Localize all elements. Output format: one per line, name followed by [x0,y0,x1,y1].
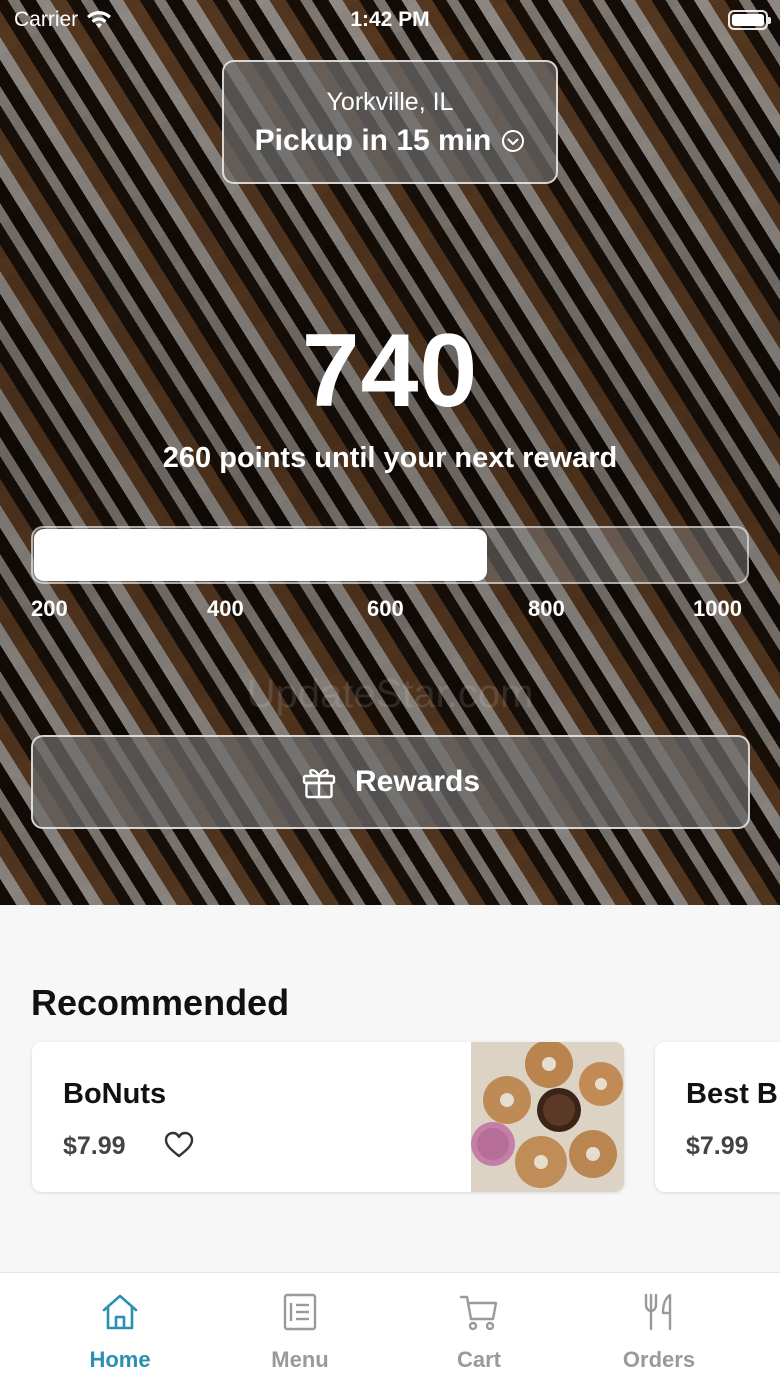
tab-cart[interactable]: Cart [399,1291,559,1373]
status-time: 1:42 PM [350,8,430,31]
watermark: UpdateStar.com [246,672,534,716]
tab-orders[interactable]: Orders [579,1291,739,1373]
location-city: Yorkville, IL [326,88,454,116]
recommended-carousel[interactable]: BoNuts $7.99 Best B $7.99 [0,1040,780,1195]
product-name: Best B [686,1078,778,1110]
hero-banner: Carrier 1:42 PM Yorkville, IL Pickup in … [0,0,780,905]
wifi-icon [87,11,112,28]
points-progress-bar [31,526,749,584]
battery-icon [728,10,771,30]
menu-icon [283,1293,317,1331]
gift-icon [302,769,336,799]
tab-menu[interactable]: Menu [220,1291,380,1373]
tab-cart-label: Cart [456,1347,501,1372]
carrier-label: Carrier [14,8,79,31]
product-photo [471,1042,624,1192]
tab-home[interactable]: Home [40,1291,200,1373]
pickup-time: Pickup in 15 min [254,124,492,157]
fork-knife-icon [644,1293,672,1331]
points-progress-fill [34,529,488,581]
product-price: $7.99 [686,1132,749,1160]
product-card[interactable]: BoNuts $7.99 [32,1042,624,1192]
recommended-title: Recommended [31,982,290,1023]
tab-bar: Home Menu Cart Orders [0,1272,780,1387]
points-balance: 740 [301,313,479,429]
product-price: $7.99 [63,1132,126,1160]
heart-icon[interactable] [164,1130,194,1160]
chevron-down-circle-icon [502,130,525,152]
progress-tick-800: 800 [528,596,565,621]
tab-menu-label: Menu [271,1347,329,1372]
home-icon [102,1294,138,1330]
rewards-button-label: Rewards [354,765,481,798]
product-card[interactable]: Best B $7.99 [655,1042,780,1192]
progress-tick-200: 200 [31,596,68,621]
status-bar: Carrier 1:42 PM [0,0,780,40]
location-selector[interactable]: Yorkville, IL Pickup in 15 min [222,60,558,184]
points-until-reward: 260 points until your next reward [162,442,618,474]
progress-tick-1000: 1000 [693,596,742,621]
product-name: BoNuts [63,1078,167,1110]
progress-tick-600: 600 [367,596,404,621]
progress-tick-400: 400 [207,596,244,621]
cart-icon [459,1295,498,1331]
rewards-button[interactable]: Rewards [31,735,750,829]
tab-home-label: Home [89,1347,151,1372]
tab-orders-label: Orders [622,1347,696,1372]
